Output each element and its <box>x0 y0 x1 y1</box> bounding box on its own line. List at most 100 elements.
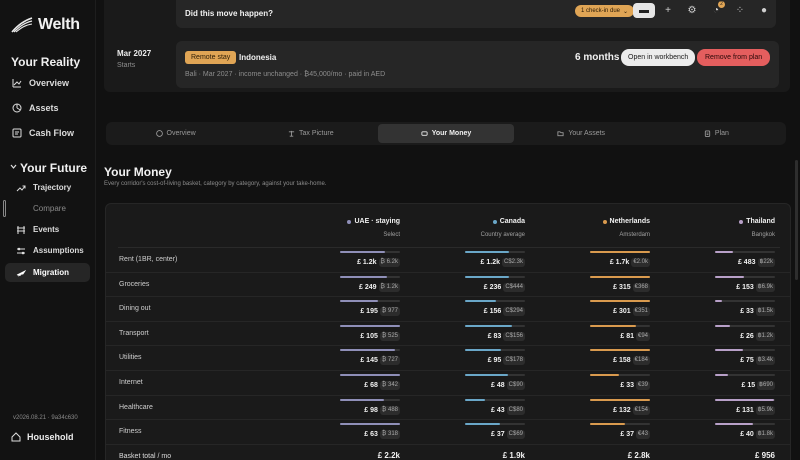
column-name: Canada <box>499 218 525 225</box>
main-content: Did this move happen? 1 check-in due ⌄ ▬… <box>104 0 798 460</box>
cost-bar-fill <box>340 251 385 253</box>
column-name: UAE · staying <box>354 218 400 225</box>
cost-bar-track <box>465 349 525 352</box>
sidebar-item-assets[interactable]: Assets <box>5 98 90 117</box>
table-row[interactable]: Healthcare £ 98 ₿ 488 £ 43 C$80 £ 132 €154 £ 13… <box>106 396 790 421</box>
converted-amount: £ 83 <box>487 332 502 340</box>
tab-your-money[interactable]: Your Money <box>378 124 514 143</box>
tab-overview[interactable]: Overview <box>108 124 243 143</box>
converted-amount: £ 37 <box>620 431 634 439</box>
local-amount-badge: €351 <box>632 307 650 317</box>
cost-comparison-table: UAE · staying Select Canada Country aver… <box>105 203 791 460</box>
cost-bar-track <box>340 398 400 401</box>
cell-value: £ 195 ₿ 977 <box>360 307 400 317</box>
tab-your-assets[interactable]: Your Assets <box>514 124 649 143</box>
cost-bar-fill <box>590 275 650 278</box>
converted-amount: £ 236 <box>483 283 502 291</box>
cell-value: £ 131 ฿5.9k <box>736 405 775 415</box>
remove-from-plan-button[interactable]: Remove from plan <box>697 49 771 66</box>
converted-amount: £ 315 <box>613 283 631 291</box>
checkin-badge[interactable]: 1 check-in due ⌄ <box>575 5 635 17</box>
sidebar-item-trajectory[interactable]: Trajectory <box>5 178 90 197</box>
column-header-uae[interactable]: UAE · staying Select <box>310 218 400 238</box>
sidebar-item-assumptions[interactable]: Assumptions <box>5 241 90 260</box>
cost-bar-fill <box>715 349 744 352</box>
chevron-down-icon: ⌄ <box>623 8 629 15</box>
folder-icon: ▬ <box>639 5 649 16</box>
grid-button[interactable]: ⁘ <box>729 3 751 18</box>
section-your-future[interactable]: Your Future <box>20 161 87 175</box>
event-card[interactable]: Remote stay Indonesia Bali · Mar 2027 · … <box>176 41 779 88</box>
sidebar-item-migration[interactable]: Migration <box>5 263 90 282</box>
add-button[interactable]: + <box>657 3 679 18</box>
local-amount-badge: ฿3.4k <box>755 356 775 366</box>
folder-button[interactable]: ▬ <box>633 3 655 18</box>
notifications-button[interactable]: ◔ 2 <box>705 1 727 18</box>
cost-bar-track <box>465 374 525 376</box>
notification-count-badge: 2 <box>718 1 725 8</box>
table-cell: £ 40 ฿1.8k <box>715 423 775 443</box>
grid-icon: ⁘ <box>735 5 745 16</box>
column-header-canada[interactable]: Canada Country average <box>435 218 525 238</box>
chevron-down-icon[interactable] <box>10 163 17 170</box>
local-amount-badge: ₿ 342 <box>379 381 400 390</box>
sidebar-item-overview[interactable]: Overview <box>5 73 90 92</box>
table-cell: £ 249 ₿ 1.2k <box>340 275 400 296</box>
household-label: Household <box>27 432 74 442</box>
converted-amount: £ 81 <box>620 332 634 340</box>
table-row[interactable]: Fitness £ 63 ₿ 318 £ 37 C$69 £ 37 €43 £ 40 ฿1.8k <box>106 420 790 445</box>
cost-bar-track <box>590 423 650 426</box>
local-amount-badge: ₿ 977 <box>379 307 400 317</box>
cost-bar-track <box>715 374 775 376</box>
table-cell: £ 33 ฿1.5k <box>715 300 775 320</box>
column-header-thailand[interactable]: Thailand Bangkok <box>685 218 775 238</box>
sliders-icon <box>17 247 25 254</box>
table-row[interactable]: Groceries £ 249 ₿ 1.2k £ 236 C$444 £ 315 €368 £… <box>106 273 790 298</box>
app-logo[interactable]: Welth <box>11 16 80 34</box>
plane-icon <box>16 269 26 276</box>
table-row[interactable]: Internet £ 68 ₿ 342 £ 48 C$90 £ 33 €39 £ 15 ฿690 <box>106 371 790 396</box>
total-row: Basket total / mo £ 2.2k £ 1.9k £ 2.8k £ 956 <box>106 445 790 460</box>
scrollbar[interactable] <box>795 160 798 280</box>
column-header-netherlands[interactable]: Netherlands Amsterdam <box>560 218 650 238</box>
cost-bar-fill <box>465 251 510 253</box>
table-cell: £ 37 €43 <box>590 423 650 443</box>
cost-bar-track <box>465 324 525 327</box>
cell-value: £ 40 ฿1.8k <box>740 430 775 440</box>
profile-button[interactable]: ● <box>753 3 775 18</box>
household-button[interactable]: Household <box>11 432 74 442</box>
converted-amount: £ 1.2k <box>357 259 377 266</box>
table-row[interactable]: Dining out £ 195 ₿ 977 £ 156 C$294 £ 301 €351 £… <box>106 297 790 322</box>
cost-bar-fill <box>340 275 387 278</box>
converted-amount: £ 75 <box>740 357 754 365</box>
event-start-label: Starts <box>117 62 136 69</box>
globe-icon <box>155 130 163 137</box>
tab-label: Tax Picture <box>298 130 334 137</box>
cost-bar-track <box>590 324 650 327</box>
converted-amount: £ 249 <box>359 283 377 291</box>
table-cell: £ 145 ₿ 727 <box>340 349 400 369</box>
table-cell: £ 98 ₿ 488 <box>340 398 400 419</box>
local-amount-badge: €154 <box>632 405 650 415</box>
open-in-workbench-button[interactable]: Open in workbench <box>621 49 696 66</box>
cell-value: £ 1.2k C$2.3k <box>481 258 525 267</box>
sidebar-item-cash-flow[interactable]: Cash Flow <box>5 123 90 142</box>
tab-plan[interactable]: Plan <box>649 124 784 143</box>
table-row[interactable]: Utilities £ 145 ₿ 727 £ 95 C$178 £ 158 €184 £ 7… <box>106 346 790 371</box>
sidebar-item-label: Assumptions <box>33 246 84 255</box>
cost-bar-track <box>715 300 775 303</box>
cost-bar-track <box>590 300 650 303</box>
sidebar-item-events[interactable]: Events <box>5 220 90 239</box>
converted-amount: £ 33 <box>740 308 754 316</box>
cost-bar-track <box>590 275 650 278</box>
table-cell: £ 236 C$444 <box>465 275 525 296</box>
table-row[interactable]: Rent (1BR, center) £ 1.2k ₿ 6.2k £ 1.2k C$2.… <box>106 248 790 273</box>
settings-button[interactable]: ⚙ <box>681 3 703 18</box>
column-sub: Amsterdam <box>619 232 650 238</box>
cost-bar-track <box>340 423 400 426</box>
table-row[interactable]: Transport £ 105 ₿ 525 £ 83 C$156 £ 81 €94 £ 26 ฿… <box>106 322 790 347</box>
table-cell: £ 131 ฿5.9k <box>715 398 775 419</box>
sidebar-item-compare[interactable]: Compare <box>5 199 90 218</box>
local-amount-badge: €39 <box>635 381 650 390</box>
tab-tax-picture[interactable]: Tax Picture <box>243 124 378 143</box>
